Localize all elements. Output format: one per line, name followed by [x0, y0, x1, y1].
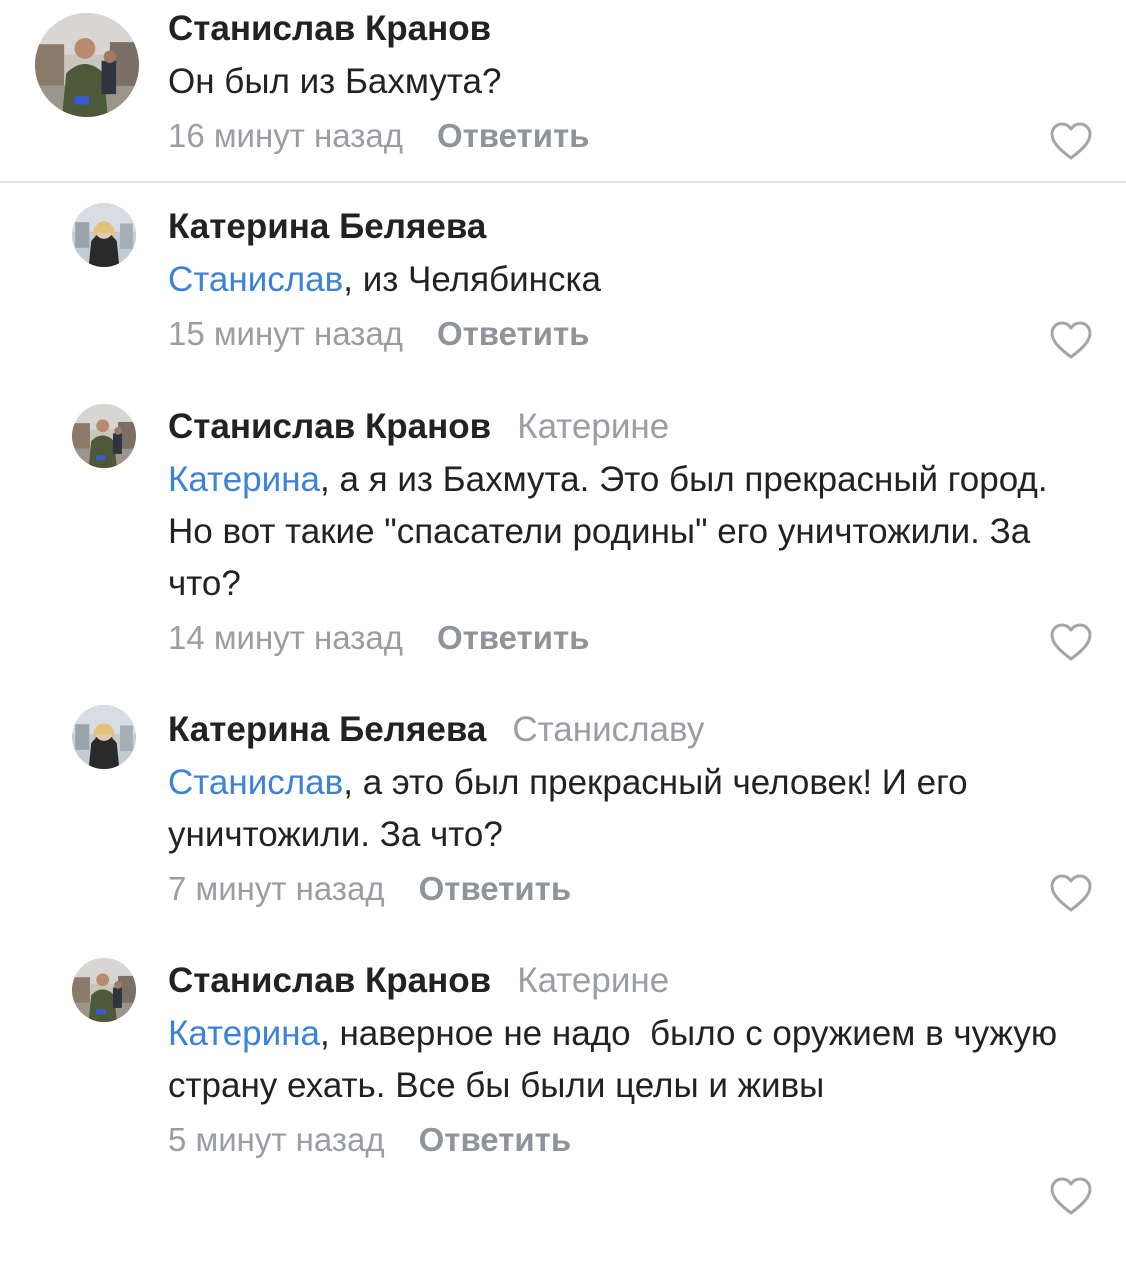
mention-link[interactable]: Катерина — [168, 460, 320, 499]
comment-text: Станислав, а это был прекрасный человек!… — [168, 757, 1068, 861]
avatar-photo — [35, 13, 139, 117]
comment-meta: 5 минут назад Ответить — [168, 1118, 1068, 1162]
divider — [0, 181, 1126, 183]
avatar-photo — [72, 958, 136, 1022]
author-name[interactable]: Станислав Кранов — [168, 407, 491, 446]
comment-header: Катерина Беляева Станиславу — [168, 708, 1068, 752]
comment-meta: 16 минут назад Ответить — [168, 114, 1068, 158]
author-name[interactable]: Катерина Беляева — [168, 710, 486, 749]
comment-meta: 14 минут назад Ответить — [168, 616, 1068, 660]
heart-outline-icon — [1050, 1177, 1092, 1215]
heart-outline-icon — [1050, 321, 1092, 359]
comment-header: Катерина Беляева — [168, 205, 1068, 249]
heart-outline-icon — [1050, 874, 1092, 912]
author-name[interactable]: Станислав Кранов — [168, 961, 491, 1000]
timestamp: 5 минут назад — [168, 1121, 385, 1158]
timestamp: 14 минут назад — [168, 619, 403, 656]
comment-header: Станислав Кранов Катерине — [168, 959, 1068, 1003]
timestamp: 16 минут назад — [168, 117, 403, 154]
avatar-photo — [72, 404, 136, 468]
comment-text: Станислав, из Челябинска — [168, 254, 1068, 306]
avatar[interactable] — [72, 958, 136, 1022]
reply-button[interactable]: Ответить — [419, 1121, 572, 1158]
timestamp: 15 минут назад — [168, 315, 403, 352]
avatar[interactable] — [35, 13, 139, 117]
reply-to-label[interactable]: Катерине — [517, 961, 669, 1000]
comment-body: , из Челябинска — [343, 260, 601, 299]
comment-meta: 7 минут назад Ответить — [168, 867, 1068, 911]
reply-button[interactable]: Ответить — [437, 117, 590, 154]
author-name[interactable]: Станислав Кранов — [168, 9, 491, 48]
reply-to-label[interactable]: Станиславу — [512, 710, 704, 749]
mention-link[interactable]: Катерина — [168, 1014, 320, 1053]
comment-body: Он был из Бахмута? — [168, 62, 502, 101]
reply-to-label[interactable]: Катерине — [517, 407, 669, 446]
reply-button[interactable]: Ответить — [437, 315, 590, 352]
avatar-photo — [72, 705, 136, 769]
comment-text: Катерина, наверное не надо было с оружие… — [168, 1008, 1068, 1112]
avatar[interactable] — [72, 705, 136, 769]
comment-header: Станислав Кранов Катерине — [168, 405, 1068, 449]
like-button[interactable] — [1049, 873, 1093, 913]
mention-link[interactable]: Станислав — [168, 260, 343, 299]
reply-button[interactable]: Ответить — [437, 619, 590, 656]
like-button[interactable] — [1049, 320, 1093, 360]
comment-text: Катерина, а я из Бахмута. Это был прекра… — [168, 454, 1068, 610]
comment-meta: 15 минут назад Ответить — [168, 312, 1068, 356]
heart-outline-icon — [1050, 122, 1092, 160]
avatar[interactable] — [72, 404, 136, 468]
comment-text: Он был из Бахмута? — [168, 56, 1068, 108]
like-button[interactable] — [1049, 121, 1093, 161]
comment-header: Станислав Кранов — [168, 7, 1068, 51]
like-button[interactable] — [1049, 1176, 1093, 1216]
timestamp: 7 минут назад — [168, 870, 385, 907]
avatar[interactable] — [72, 203, 136, 267]
avatar-photo — [72, 203, 136, 267]
author-name[interactable]: Катерина Беляева — [168, 207, 486, 246]
heart-outline-icon — [1050, 623, 1092, 661]
reply-button[interactable]: Ответить — [419, 870, 572, 907]
like-button[interactable] — [1049, 622, 1093, 662]
mention-link[interactable]: Станислав — [168, 763, 343, 802]
